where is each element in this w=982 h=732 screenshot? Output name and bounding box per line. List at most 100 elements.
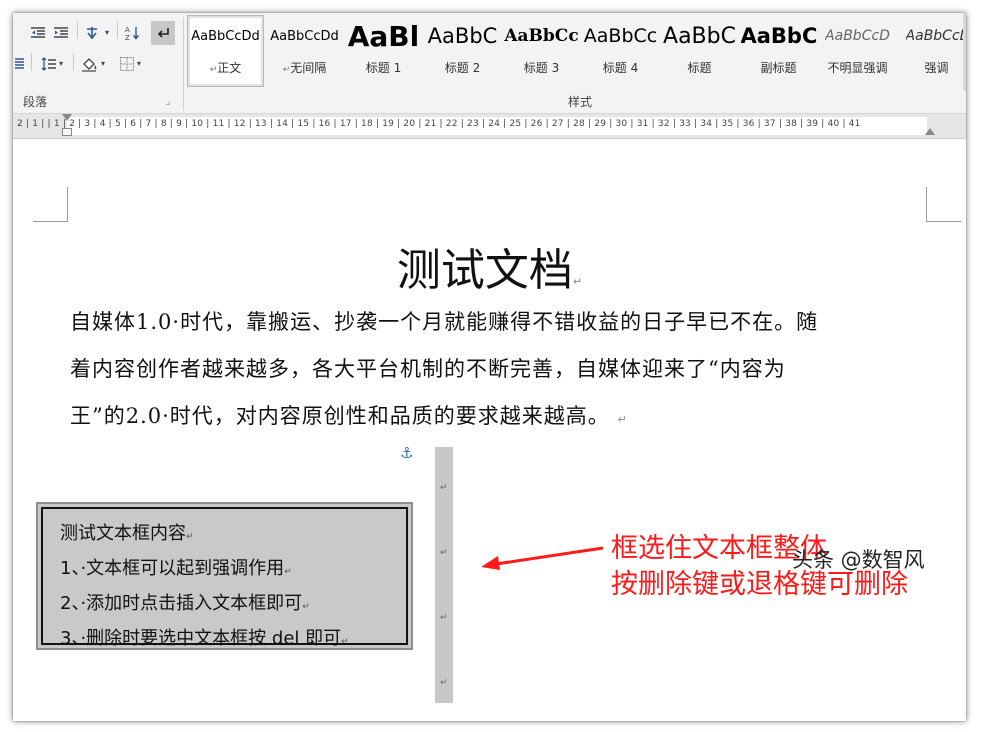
style-name-text: 无间隔 <box>290 61 327 75</box>
toolbar-separator <box>73 53 74 71</box>
paragraph-mark-icon: ↵ <box>284 567 292 577</box>
left-indent-marker[interactable] <box>62 128 72 136</box>
paragraph-mark-icon <box>157 28 169 38</box>
style-name: ↵正文 <box>210 59 242 76</box>
borders-button[interactable]: ▾ <box>113 53 147 75</box>
style-item[interactable]: AaBbCc 标题 4 <box>581 16 660 86</box>
document-title[interactable]: 测试文档↵ <box>13 234 966 298</box>
style-name: 标题 4 <box>603 59 638 76</box>
text-box-content[interactable]: 测试文本框内容↵ 1、·文本框可以起到强调作用↵ 2、·添加时点击插入文本框即可… <box>41 507 408 649</box>
ruler-labels: 2 | 1 | | 1 | 2 | 3 | 4 | 5 | 6 | 7 | 8 … <box>17 119 861 129</box>
styles-gallery: AaBbCcDd ↵正文 AaBbCcDd ↵无间隔 AaBl 标题 1 AaBbC 标题 2… <box>186 15 966 88</box>
style-item[interactable]: AaBbCcDd ↵正文 <box>187 15 264 87</box>
style-name-text: 标题 2 <box>444 61 481 75</box>
right-indent-marker[interactable] <box>925 128 935 135</box>
style-preview: AaBbCcD <box>825 28 890 44</box>
paragraph-mark-icon: ↵ <box>440 613 448 623</box>
red-arrow-icon <box>481 546 604 570</box>
paragraph-mark-icon: ↵ <box>186 532 194 542</box>
sort-az-icon: AZ <box>125 26 140 41</box>
document-title-text: 测试文档 <box>396 245 573 296</box>
style-preview: AaBbCcDd <box>270 28 339 44</box>
paragraph-line: 着内容创作者越来越多，各大平台机制的不断完善，自媒体迎来了“内容为 <box>70 357 786 381</box>
paragraph-mark-icon: ↵ <box>617 413 628 426</box>
toolbar-separator <box>117 21 118 39</box>
paragraph-mark-icon: ↵ <box>302 602 310 612</box>
dialog-launcher-icon[interactable]: ⌟ <box>166 97 170 107</box>
style-preview: AaBbC <box>663 23 736 49</box>
svg-text:A: A <box>125 26 130 34</box>
shading-button[interactable]: ▾ <box>77 53 109 75</box>
style-name: 标题 <box>687 59 711 76</box>
paragraph-tools: ▾ AZ ▾ ▾ ▾ <box>13 13 181 91</box>
chevron-down-icon: ▾ <box>100 59 105 68</box>
paragraph-mark-icon: ↵ <box>440 483 448 493</box>
style-item[interactable]: AaBbC 标题 <box>660 16 739 86</box>
style-item[interactable]: AaBbCcL 强调 <box>897 16 966 86</box>
style-item[interactable]: AaBbC 副标题 <box>739 16 818 86</box>
horizontal-ruler[interactable]: 2 | 1 | | 1 | 2 | 3 | 4 | 5 | 6 | 7 | 8 … <box>13 114 966 139</box>
paragraph-mark-icon: ↵ <box>572 275 583 288</box>
style-name-text: 正文 <box>217 61 242 75</box>
text-box-line: 2、·添加时点击插入文本框即可 <box>60 593 303 614</box>
chinese-layout-button[interactable]: ▾ <box>82 22 112 44</box>
decrease-indent-button[interactable] <box>27 22 49 44</box>
distribute-button[interactable] <box>13 53 27 75</box>
show-marks-button[interactable] <box>151 21 175 45</box>
style-name-text: 标题 <box>687 61 712 75</box>
borders-icon <box>119 57 134 71</box>
style-preview: AaBbCcL <box>905 28 966 44</box>
style-item[interactable]: AaBbCcD 不明显强调 <box>818 16 897 86</box>
first-line-indent-marker[interactable] <box>62 114 72 121</box>
style-name-text: 不明显强调 <box>827 61 888 75</box>
style-preview: AaBbCc <box>504 26 579 46</box>
style-name: 标题 3 <box>524 59 559 76</box>
style-name: 强调 <box>924 59 948 76</box>
text-box[interactable]: 测试文本框内容↵ 1、·文本框可以起到强调作用↵ 2、·添加时点击插入文本框即可… <box>36 502 413 650</box>
style-preview: AaBl <box>347 19 420 53</box>
gallery-scrollbar[interactable] <box>963 13 966 91</box>
style-name: 标题 2 <box>445 59 480 76</box>
style-name: 标题 1 <box>366 59 401 76</box>
style-name-text: 强调 <box>924 61 949 75</box>
document-page[interactable]: 测试文档↵ 自媒体1.0·时代，靠搬运、抄袭一个月就能赚得不错收益的日子早已不在… <box>13 139 966 721</box>
chevron-down-icon: ▾ <box>136 59 141 68</box>
style-preview: AaBbC <box>740 24 817 48</box>
increase-indent-icon <box>54 27 68 38</box>
word-window: ▾ AZ ▾ ▾ ▾ 段落 ⌟ AaBbCcDd ↵正文 AaBbCcDd ↵无… <box>13 13 966 721</box>
decrease-indent-icon <box>31 27 45 38</box>
style-name: 副标题 <box>760 59 796 76</box>
style-name-text: 标题 4 <box>602 61 639 75</box>
text-box-line: 测试文本框内容 <box>60 523 186 544</box>
paragraph-group-label: 段落 <box>23 95 48 109</box>
style-preview: AaBbC <box>427 24 498 48</box>
ribbon: ▾ AZ ▾ ▾ ▾ 段落 ⌟ AaBbCcDd ↵正文 AaBbCcDd ↵无… <box>13 13 966 114</box>
toolbar-separator <box>77 21 78 39</box>
sort-button[interactable]: AZ <box>121 22 143 44</box>
text-box-line: 1、·文本框可以起到强调作用 <box>60 558 285 579</box>
toolbar-separator <box>31 53 32 71</box>
styles-group-label: 样式 <box>568 95 593 109</box>
chinese-layout-icon <box>86 27 97 39</box>
paragraph-mark-icon: ↵ <box>341 637 349 647</box>
style-item[interactable]: AaBbCcDd ↵无间隔 <box>265 16 344 86</box>
line-spacing-icon <box>41 57 56 71</box>
style-name-text: 副标题 <box>760 61 797 75</box>
body-paragraph[interactable]: 自媒体1.0·时代，靠搬运、抄袭一个月就能赚得不错收益的日子早已不在。随 着内容… <box>70 299 920 443</box>
style-item[interactable]: AaBbCc 标题 3 <box>502 16 581 86</box>
text-box-line: 3、·删除时要选中文本框按 del 即可 <box>60 628 342 649</box>
anchor-icon[interactable]: ⚓ <box>400 444 413 462</box>
group-divider <box>183 17 184 111</box>
paragraph-line: 自媒体1.0·时代，靠搬运、抄袭一个月就能赚得不错收益的日子早已不在。随 <box>70 310 819 334</box>
watermark: 头条 @数智风 <box>792 548 925 572</box>
line-spacing-button[interactable]: ▾ <box>37 53 67 75</box>
style-item[interactable]: AaBbC 标题 2 <box>423 16 502 86</box>
margin-corner-mark <box>33 187 68 222</box>
increase-indent-button[interactable] <box>50 22 72 44</box>
svg-text:Z: Z <box>125 34 130 41</box>
style-preview: AaBbCc <box>583 25 658 47</box>
empty-paragraph-column: ↵ ↵ ↵ ↵ <box>435 447 453 703</box>
style-name-text: 标题 1 <box>365 61 402 75</box>
style-item[interactable]: AaBl 标题 1 <box>344 16 423 86</box>
style-preview: AaBbCcDd <box>191 28 260 44</box>
